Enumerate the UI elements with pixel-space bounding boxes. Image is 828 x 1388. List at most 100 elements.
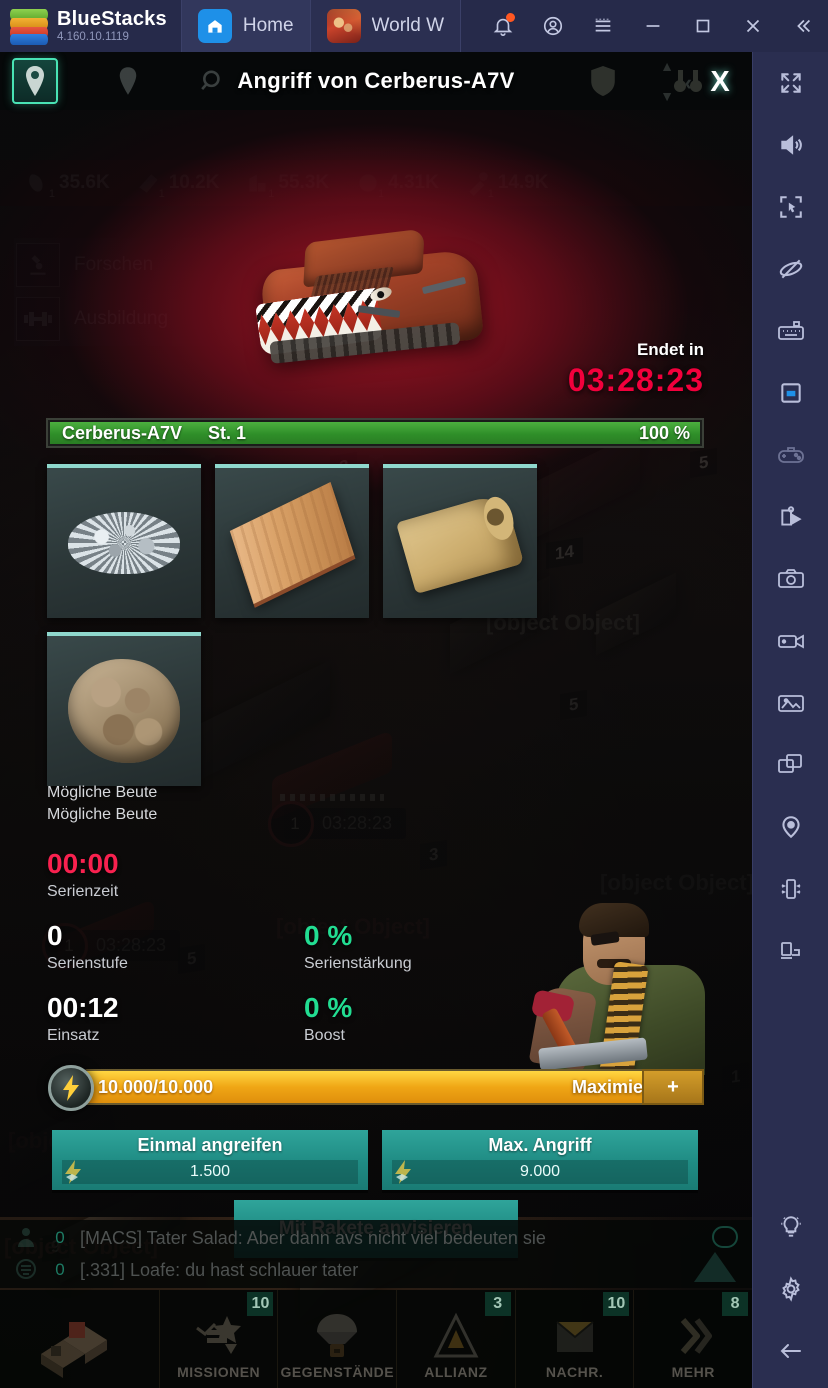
ends-in-block: Endet in 03:28:23 [568, 340, 704, 399]
minimize-button[interactable] [628, 0, 678, 52]
energy-track: 10.000/10.000 Maximiert [84, 1069, 668, 1105]
chat-row[interactable]: 0 [.331] Loafe: du hast schlauer tater [0, 1254, 752, 1286]
nav-nachrichten-label: NACHR. [545, 1364, 604, 1380]
stone-rock-item[interactable] [47, 632, 201, 786]
home-icon [197, 9, 232, 43]
stone-rock-icon [68, 659, 180, 763]
attack-once-button[interactable]: Einmal angreifen 1.500 [52, 1130, 368, 1190]
tab-game[interactable]: World W [310, 0, 462, 52]
mail-icon [549, 1312, 601, 1360]
menu-button[interactable] [578, 0, 628, 52]
boss-tank-art [252, 220, 502, 370]
chat-message: [MACS] Tater Salad: Aber dann avs nicht … [80, 1227, 546, 1248]
fullscreen-icon[interactable] [753, 52, 828, 114]
chevron-down-icon[interactable]: ▼ [660, 88, 674, 104]
back-icon[interactable] [753, 1320, 828, 1382]
notifications-button[interactable] [478, 0, 528, 52]
settings-icon[interactable] [753, 1258, 828, 1320]
location-icon[interactable] [753, 796, 828, 858]
record-video-icon[interactable] [753, 610, 828, 672]
stat-serienstaerkung-label: Serienstärkung [304, 955, 412, 972]
commander-portrait [528, 893, 720, 1077]
attack-max-button[interactable]: Max. Angriff 9.000 [382, 1130, 698, 1190]
headquarters-icon [33, 1306, 125, 1378]
tab-home[interactable]: Home [180, 0, 311, 52]
script-play-icon[interactable] [753, 486, 828, 548]
energy-bar: 10.000/10.000 Maximiert + [48, 1065, 704, 1111]
stat-serienstufe-value: 0 [47, 920, 63, 951]
boss-name: Cerberus-A7V [62, 423, 183, 443]
notification-dot [506, 13, 515, 22]
eco-mode-icon[interactable] [753, 238, 828, 300]
gamepad-icon[interactable] [753, 424, 828, 486]
collapse-sidebar-button[interactable] [778, 0, 828, 52]
bluestacks-logo-block: BlueStacks 4.160.10.1119 [0, 0, 181, 52]
nav-mehr[interactable]: 8 MEHR [634, 1290, 752, 1388]
window-controls [478, 0, 828, 52]
coal-ore-item[interactable] [47, 464, 201, 618]
sync-operations-icon[interactable] [753, 920, 828, 982]
wood-plank-icon [229, 481, 355, 605]
chat-icon [14, 1257, 40, 1283]
stats-block: Mögliche Beute Mögliche Beute 00:00 Seri… [47, 782, 667, 1044]
bluestacks-sidebar [752, 52, 828, 1388]
attack-max-label: Max. Angriff [488, 1135, 592, 1155]
nav-headquarters[interactable] [0, 1290, 160, 1388]
nav-allianz[interactable]: 3 ALLIANZ [397, 1290, 516, 1388]
shake-device-icon[interactable] [753, 858, 828, 920]
leather-roll-icon [395, 491, 525, 595]
chat-panel[interactable]: 0 [MACS] Tater Salad: Aber dann avs nich… [0, 1220, 752, 1288]
bluestacks-brand: BlueStacks [57, 7, 167, 30]
alliance-icon [430, 1312, 482, 1360]
chevron-up-icon[interactable]: ▲ [660, 58, 674, 74]
lightning-icon [48, 1065, 94, 1111]
stat-einsatz: 00:12 Einsatz [47, 992, 119, 1047]
account-button[interactable] [528, 0, 578, 52]
stat-serienzeit-value: 00:00 [47, 848, 119, 879]
game-viewport[interactable]: 5 14 5 3 5 3 9 1 [object Object] [object… [0, 52, 752, 1388]
nav-allianz-badge: 3 [484, 1292, 511, 1316]
screenshot-icon[interactable] [753, 548, 828, 610]
sidebar-bottom-group [753, 1196, 828, 1382]
bluestacks-titlebar: BlueStacks 4.160.10.1119 Home World W [0, 0, 828, 52]
stat-einsatz-label: Einsatz [47, 1027, 100, 1044]
ends-in-label: Endet in [636, 340, 704, 359]
modal-prev-button[interactable]: ‹ [685, 70, 692, 96]
stat-einsatz-value: 00:12 [47, 992, 119, 1023]
keyboard-controls-icon[interactable] [753, 300, 828, 362]
tab-home-label: Home [242, 15, 294, 36]
add-energy-button[interactable]: + [642, 1069, 704, 1105]
nav-gegenstaende-label: GEGENSTÄNDE [280, 1364, 395, 1380]
chat-count: 0 [55, 1260, 65, 1279]
volume-icon[interactable] [753, 114, 828, 176]
rotate-screen-icon[interactable] [753, 362, 828, 424]
nav-allianz-label: ALLIANZ [424, 1364, 488, 1380]
stat-serienzeit-label: Serienzeit [47, 883, 119, 900]
leather-roll-item[interactable] [383, 464, 537, 618]
chat-row[interactable]: 0 [MACS] Tater Salad: Aber dann avs nich… [0, 1222, 752, 1254]
multi-instance-icon[interactable] [753, 734, 828, 796]
nav-missionen-badge: 10 [247, 1292, 274, 1316]
stat-serienzeit: 00:00 Serienzeit [47, 848, 119, 903]
loot-label-2: Mögliche Beute [47, 806, 158, 823]
stat-serienstaerkung-value: 0 % [304, 920, 353, 951]
close-button[interactable] [728, 0, 778, 52]
boss-health-percent: 100 % [638, 423, 690, 443]
nav-mehr-badge: 8 [722, 1292, 749, 1316]
nav-gegenstaende[interactable]: GEGENSTÄNDE [278, 1290, 398, 1388]
attack-once-cost: 1.500 [62, 1160, 358, 1184]
nav-missionen[interactable]: 10 MISSIONEN [160, 1290, 279, 1388]
nav-nachrichten-badge: 10 [603, 1292, 630, 1316]
maximize-button[interactable] [678, 0, 728, 52]
tips-icon[interactable] [753, 1196, 828, 1258]
media-manager-icon[interactable] [753, 672, 828, 734]
nav-nachrichten[interactable]: 10 NACHR. [516, 1290, 635, 1388]
cursor-capture-icon[interactable] [753, 176, 828, 238]
stat-serienstufe: 0 Serienstufe [47, 920, 128, 975]
stat-boost-label: Boost [304, 1027, 345, 1044]
chat-bubble-icon[interactable] [712, 1226, 738, 1248]
expand-chat-icon[interactable] [694, 1252, 736, 1282]
close-icon[interactable]: X [700, 62, 740, 102]
items-icon [311, 1312, 363, 1360]
wood-plank-item[interactable] [215, 464, 369, 618]
